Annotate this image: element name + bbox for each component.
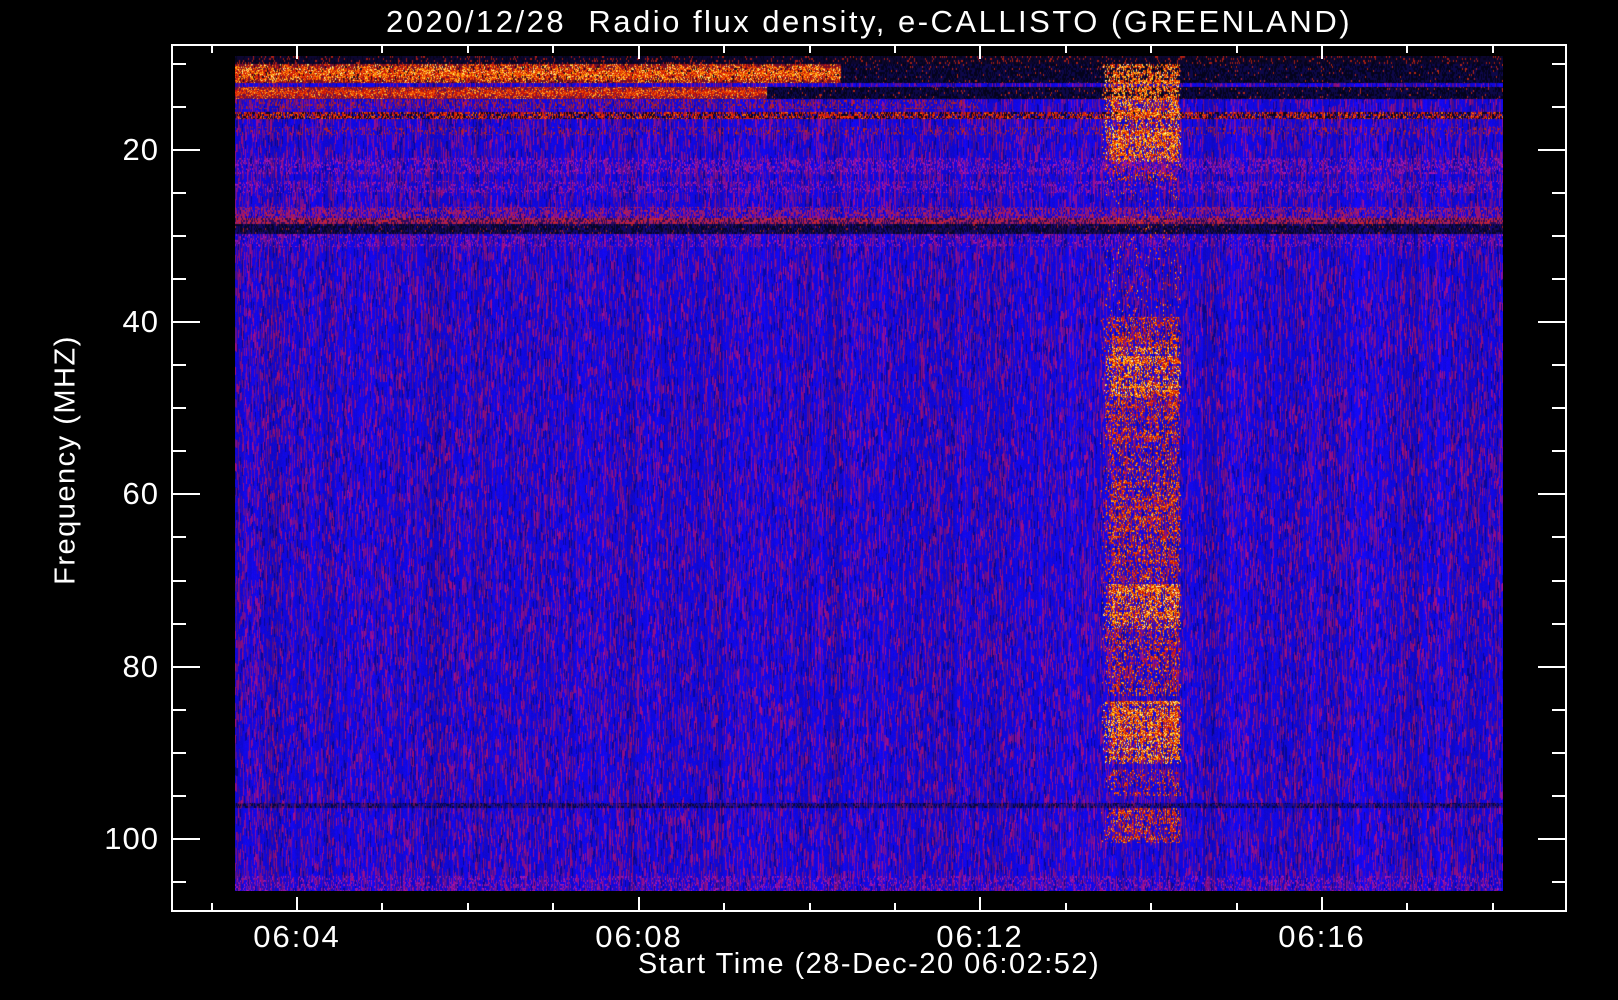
tick-mark (173, 795, 186, 797)
spectrogram-page: 2020/12/28 Radio flux density, e-CALLIST… (0, 0, 1618, 1000)
y-axis-title: Frequency (MHZ) (49, 335, 82, 585)
tick-mark (173, 106, 186, 108)
tick-mark (1065, 903, 1067, 910)
tick-mark (1236, 903, 1238, 910)
tick-mark (1552, 536, 1565, 538)
tick-mark (296, 46, 298, 59)
tick-mark (173, 580, 186, 582)
tick-mark (1406, 903, 1408, 910)
tick-mark (173, 63, 186, 65)
tick-mark (173, 407, 186, 409)
tick-mark (894, 46, 896, 53)
tick-mark (1538, 493, 1565, 495)
tick-mark (1538, 321, 1565, 323)
tick-mark (1552, 407, 1565, 409)
tick-mark (1065, 46, 1067, 53)
tick-mark (1552, 881, 1565, 883)
plot-title: 2020/12/28 Radio flux density, e-CALLIST… (385, 4, 1353, 39)
tick-mark (173, 450, 186, 452)
tick-mark (467, 903, 469, 910)
tick-mark (173, 838, 200, 840)
tick-mark (1552, 106, 1565, 108)
tick-mark (552, 46, 554, 53)
tick-mark (1321, 46, 1323, 59)
tick-mark (173, 752, 186, 754)
tick-mark (173, 666, 200, 668)
tick-mark (381, 903, 383, 910)
tick-mark (1492, 903, 1494, 910)
tick-mark (1552, 63, 1565, 65)
tick-mark (173, 881, 186, 883)
tick-mark (1552, 795, 1565, 797)
tick-mark (638, 897, 640, 910)
tick-mark (1538, 666, 1565, 668)
tick-mark (809, 903, 811, 910)
tick-mark (211, 903, 213, 910)
tick-mark (1538, 838, 1565, 840)
tick-mark (1321, 897, 1323, 910)
tick-mark (173, 493, 200, 495)
tick-mark (296, 897, 298, 910)
y-tick-label: 80 (122, 649, 159, 684)
tick-mark (723, 903, 725, 910)
tick-mark (638, 46, 640, 59)
plot-frame (171, 44, 1567, 912)
tick-mark (1492, 46, 1494, 53)
tick-mark (1552, 192, 1565, 194)
tick-mark (173, 364, 186, 366)
tick-mark (809, 46, 811, 53)
tick-mark (1552, 235, 1565, 237)
tick-mark (467, 46, 469, 53)
x-tick-label: 06:04 (253, 919, 341, 954)
tick-mark (173, 709, 186, 711)
tick-mark (1552, 752, 1565, 754)
y-tick-label: 60 (122, 476, 159, 511)
tick-mark (173, 623, 186, 625)
tick-mark (173, 235, 186, 237)
tick-mark (381, 46, 383, 53)
tick-mark (1552, 709, 1565, 711)
y-tick-label: 20 (122, 132, 159, 167)
tick-mark (1538, 149, 1565, 151)
tick-mark (173, 321, 200, 323)
tick-mark (211, 46, 213, 53)
tick-mark (552, 903, 554, 910)
tick-mark (1552, 278, 1565, 280)
tick-mark (173, 278, 186, 280)
x-axis-title: Start Time (28-Dec-20 06:02:52) (637, 948, 1101, 980)
y-tick-label: 40 (122, 304, 159, 339)
tick-mark (1150, 46, 1152, 53)
tick-mark (1552, 623, 1565, 625)
tick-mark (173, 536, 186, 538)
x-tick-label: 06:16 (1278, 919, 1366, 954)
tick-mark (894, 903, 896, 910)
tick-mark (173, 192, 186, 194)
tick-mark (723, 46, 725, 53)
tick-mark (1552, 580, 1565, 582)
tick-mark (1552, 364, 1565, 366)
tick-mark (173, 149, 200, 151)
tick-mark (1236, 46, 1238, 53)
tick-mark (979, 46, 981, 59)
tick-mark (1150, 903, 1152, 910)
y-tick-label: 100 (104, 821, 159, 856)
tick-mark (1406, 46, 1408, 53)
tick-mark (979, 897, 981, 910)
tick-mark (1552, 450, 1565, 452)
